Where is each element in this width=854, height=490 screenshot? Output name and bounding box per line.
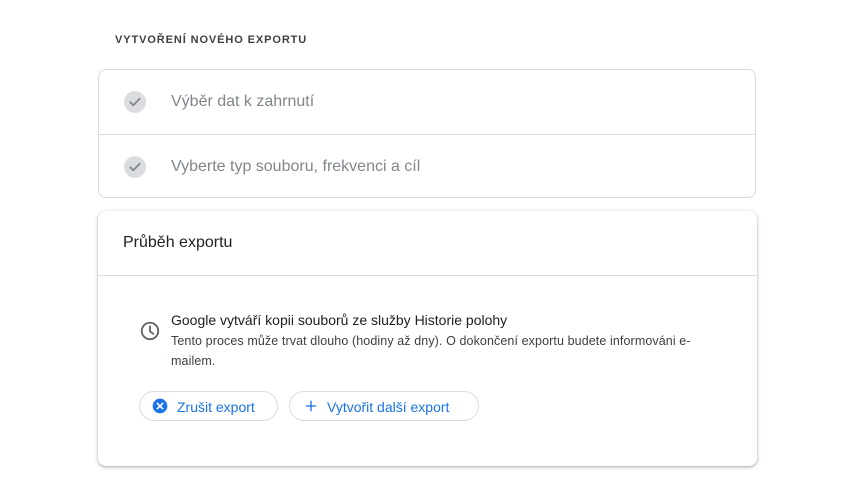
step-label: Výběr dat k zahrnutí [171,93,315,110]
export-progress-card: Průběh exportu Google vytváří kopii soub… [98,211,757,466]
check-icon [124,155,146,178]
cancel-circle-icon [152,398,168,414]
plus-icon [305,400,317,412]
create-new-export-button[interactable]: Vytvořit další export [289,391,479,421]
step-file-type[interactable]: Vyberte typ souboru, frekvenci a cíl [99,135,755,198]
check-icon [124,91,146,113]
cancel-export-button[interactable]: Zrušit export [139,391,278,421]
progress-title: Průběh exportu [123,234,233,251]
clock-icon [140,321,160,341]
step-label: Vyberte typ souboru, frekvenci a cíl [171,157,421,175]
step-select-data[interactable]: Výběr dat k zahrnutí [99,70,755,135]
section-title: VYTVOŘENÍ NOVÉHO EXPORTU [115,34,308,46]
export-steps-card: Výběr dat k zahrnutí Vyberte typ souboru… [98,69,756,198]
create-new-export-label: Vytvořit další export [327,399,450,415]
cancel-export-label: Zrušit export [177,399,255,415]
progress-message-detail: Tento proces může trvat dlouho (hodiny a… [171,334,691,368]
divider [98,275,757,276]
progress-message-title: Google vytváří kopii souborů ze služby H… [171,312,508,328]
